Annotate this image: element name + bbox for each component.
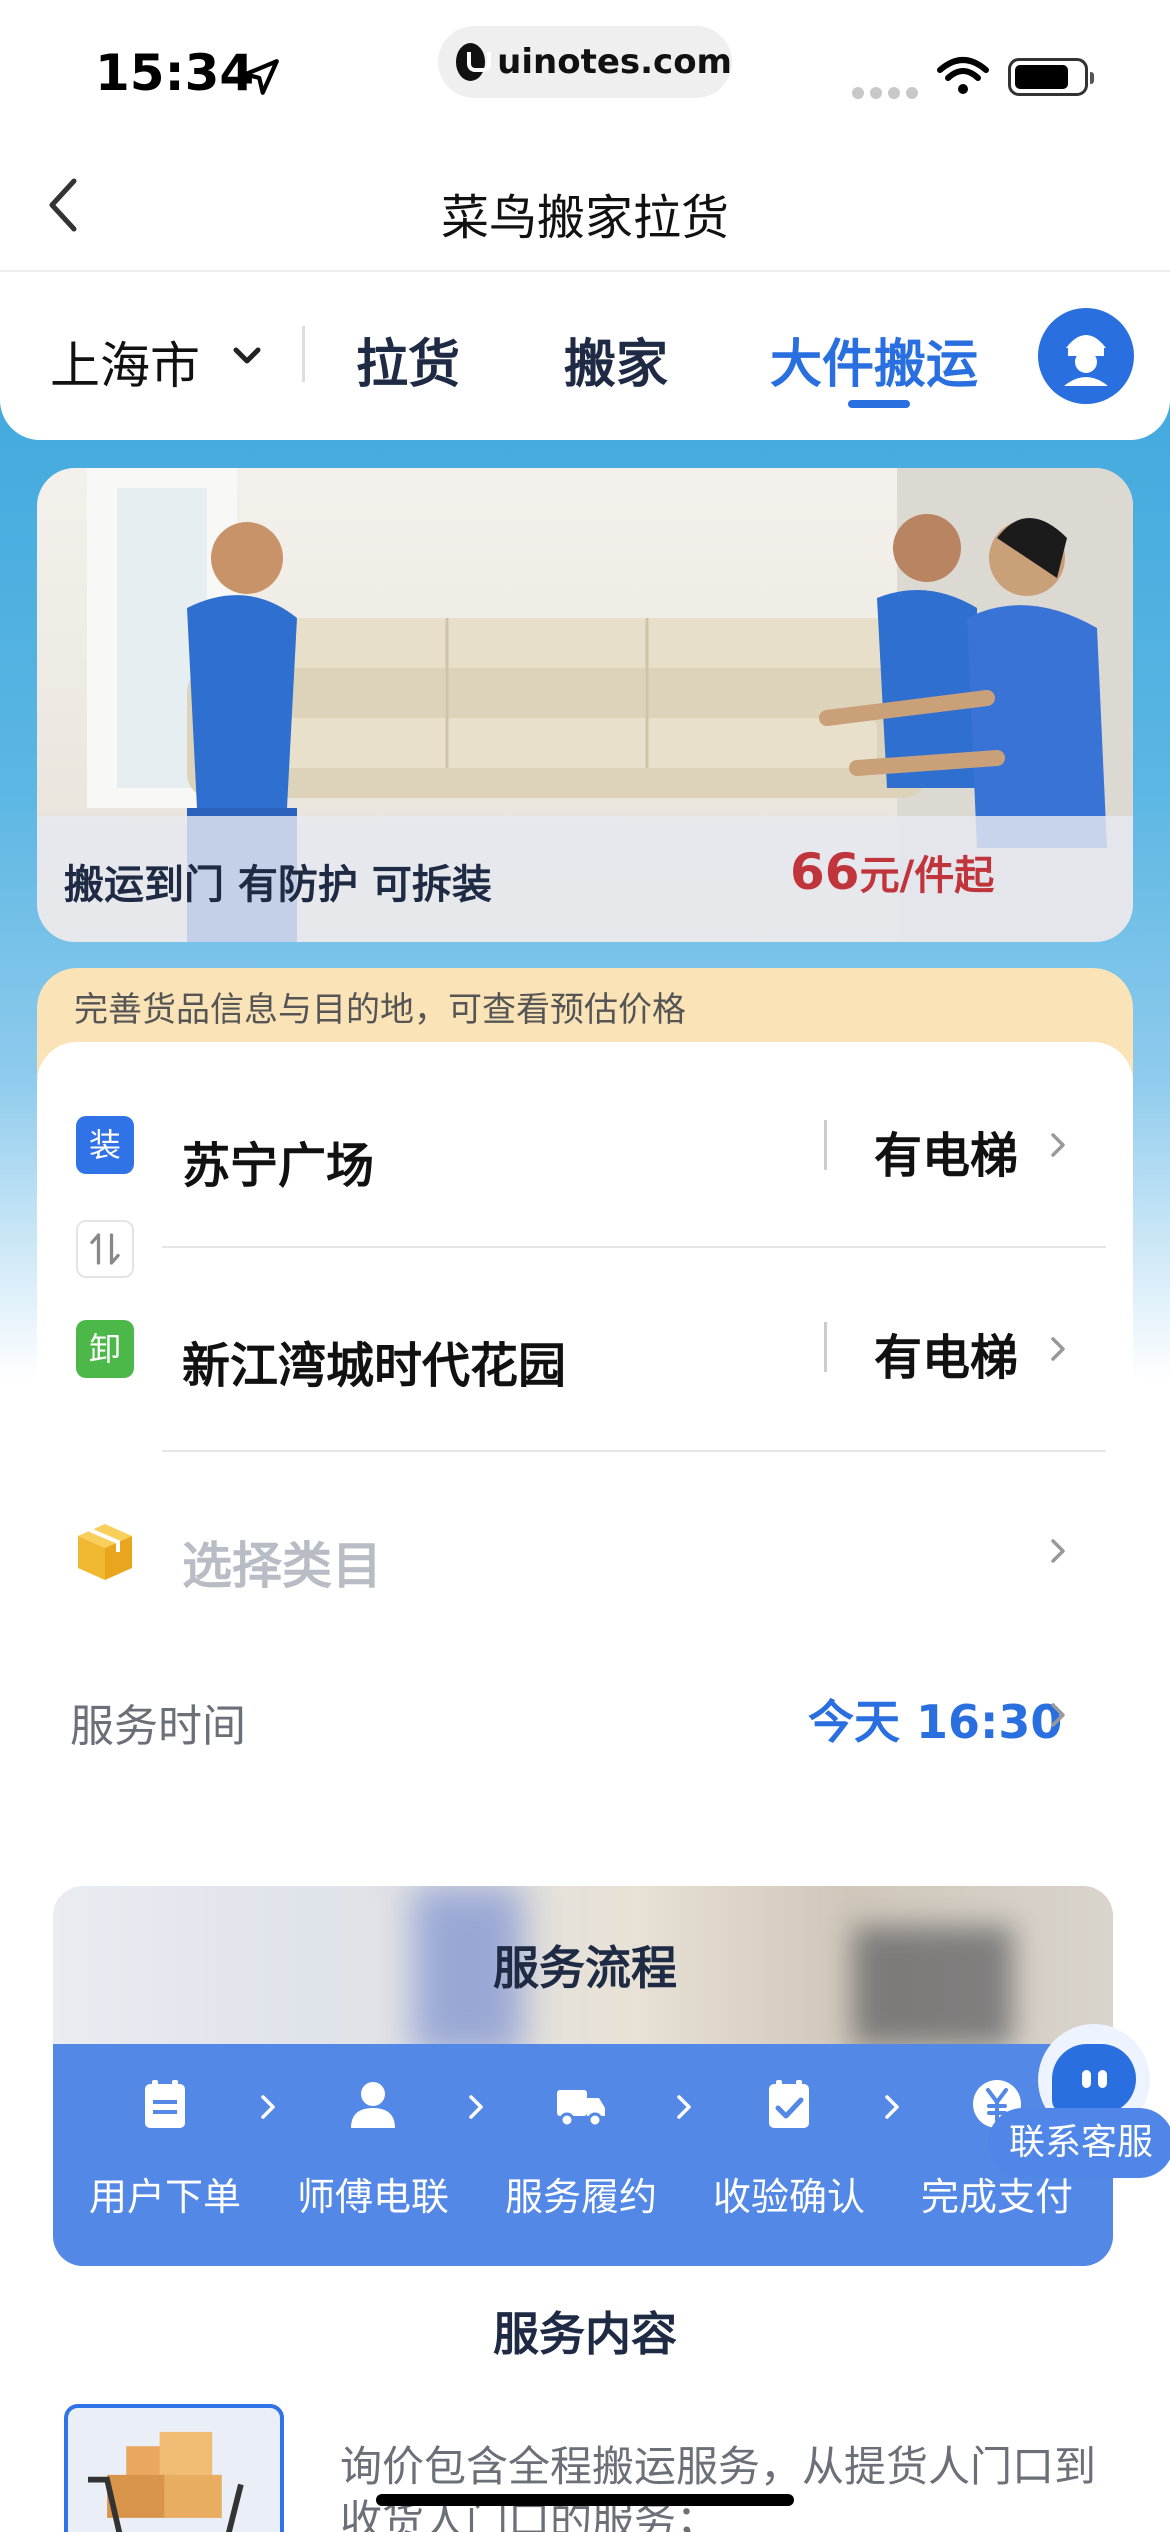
content-title: 服务内容 xyxy=(493,2307,677,2361)
step-label: 师傅电联 xyxy=(296,2175,449,2219)
active-tab-indicator xyxy=(848,400,910,408)
status-time: 15:34 xyxy=(95,44,255,102)
chevron-down-icon[interactable] xyxy=(230,344,264,370)
price-notice-text: 完善货品信息与目的地，可查看预估价格 xyxy=(74,990,686,1030)
profile-avatar-button[interactable] xyxy=(1038,308,1134,404)
page-title: 菜鸟搬家拉货 xyxy=(440,190,729,246)
chevron-right-icon[interactable] xyxy=(1048,1700,1068,1730)
person-icon xyxy=(351,2082,395,2128)
step-label: 收验确认 xyxy=(712,2175,865,2219)
load-tag: 装 xyxy=(76,1116,134,1174)
cellular-signal-icon xyxy=(852,84,924,103)
chevron-right-icon[interactable] xyxy=(1048,1536,1068,1566)
load-address[interactable]: 苏宁广场 xyxy=(182,1126,374,1196)
chevron-right-icon xyxy=(469,2095,483,2119)
step-label: 服务履约 xyxy=(504,2175,657,2219)
load-elevator-option[interactable]: 有电梯 xyxy=(874,1116,1018,1186)
divider xyxy=(162,1450,1106,1452)
price-unit: 元/件起 xyxy=(859,853,995,899)
wifi-icon xyxy=(937,57,989,94)
chevron-right-icon xyxy=(677,2095,691,2119)
process-step-order: 用户下单 xyxy=(80,2076,250,2221)
contact-service-float[interactable]: 联系客服 xyxy=(988,2024,1170,2184)
city-selector[interactable]: 上海市 xyxy=(50,326,200,398)
status-bar: 15:34 uinotes.com xyxy=(0,0,1170,140)
home-indicator xyxy=(376,2494,794,2506)
url-pill[interactable]: uinotes.com xyxy=(438,26,732,98)
location-arrow-icon xyxy=(243,59,279,95)
contact-service-label[interactable]: 联系客服 xyxy=(988,2108,1170,2178)
tab-dajian-banyun[interactable]: 大件搬运 xyxy=(770,322,978,397)
category-select[interactable]: 选择类目 xyxy=(182,1526,382,1598)
unload-address[interactable]: 新江湾城时代花园 xyxy=(182,1326,566,1396)
service-time-label: 服务时间 xyxy=(70,1701,246,1752)
chevron-right-icon xyxy=(885,2095,899,2119)
banner-price: 66元/件起 xyxy=(790,843,994,901)
divider xyxy=(162,1246,1106,1248)
unload-tag: 卸 xyxy=(76,1320,134,1378)
service-tabs-bar: 上海市 拉货 搬家 大件搬运 xyxy=(0,274,1170,440)
divider xyxy=(824,1120,827,1170)
courier-icon xyxy=(1064,335,1108,386)
chevron-right-icon[interactable] xyxy=(1048,1130,1068,1160)
package-box-icon xyxy=(78,1524,132,1580)
unload-elevator-option[interactable]: 有电梯 xyxy=(874,1318,1018,1388)
divider xyxy=(824,1322,827,1372)
service-time-picker[interactable]: 今天 16:30 xyxy=(808,1686,1062,1752)
cart-illustration xyxy=(88,2431,244,2532)
shopping-cart-boxes-image xyxy=(64,2404,284,2532)
chevron-right-icon xyxy=(261,2095,275,2119)
tab-lahuo[interactable]: 拉货 xyxy=(356,322,460,397)
order-icon xyxy=(145,2080,185,2128)
price-amount: 66 xyxy=(790,843,860,901)
banner-slogan: 搬运到门 有防护 可拆装 xyxy=(64,862,492,908)
tab-banjia[interactable]: 搬家 xyxy=(564,322,668,397)
step-label: 用户下单 xyxy=(88,2175,241,2219)
content-description: 询价包含全程搬运服务，从提货人门口到收货人门口的服务； xyxy=(340,2442,1097,2532)
url-text: uinotes.com xyxy=(497,42,732,82)
process-title: 服务流程 xyxy=(493,1941,677,1995)
site-logo-icon xyxy=(456,43,492,81)
checklist-icon xyxy=(769,2080,809,2128)
swap-address-button[interactable] xyxy=(76,1220,134,1278)
truck-icon xyxy=(557,2090,605,2128)
swap-arrows-icon xyxy=(90,1233,120,1265)
divider xyxy=(302,326,305,382)
chevron-right-icon[interactable] xyxy=(1048,1334,1068,1364)
process-step-fulfil: 服务履约 xyxy=(496,2076,666,2221)
navigation-bar: 菜鸟搬家拉货 xyxy=(0,140,1170,272)
process-step-call: 师傅电联 xyxy=(288,2076,458,2221)
battery-icon xyxy=(1008,58,1094,96)
process-step-check: 收验确认 xyxy=(704,2076,874,2221)
